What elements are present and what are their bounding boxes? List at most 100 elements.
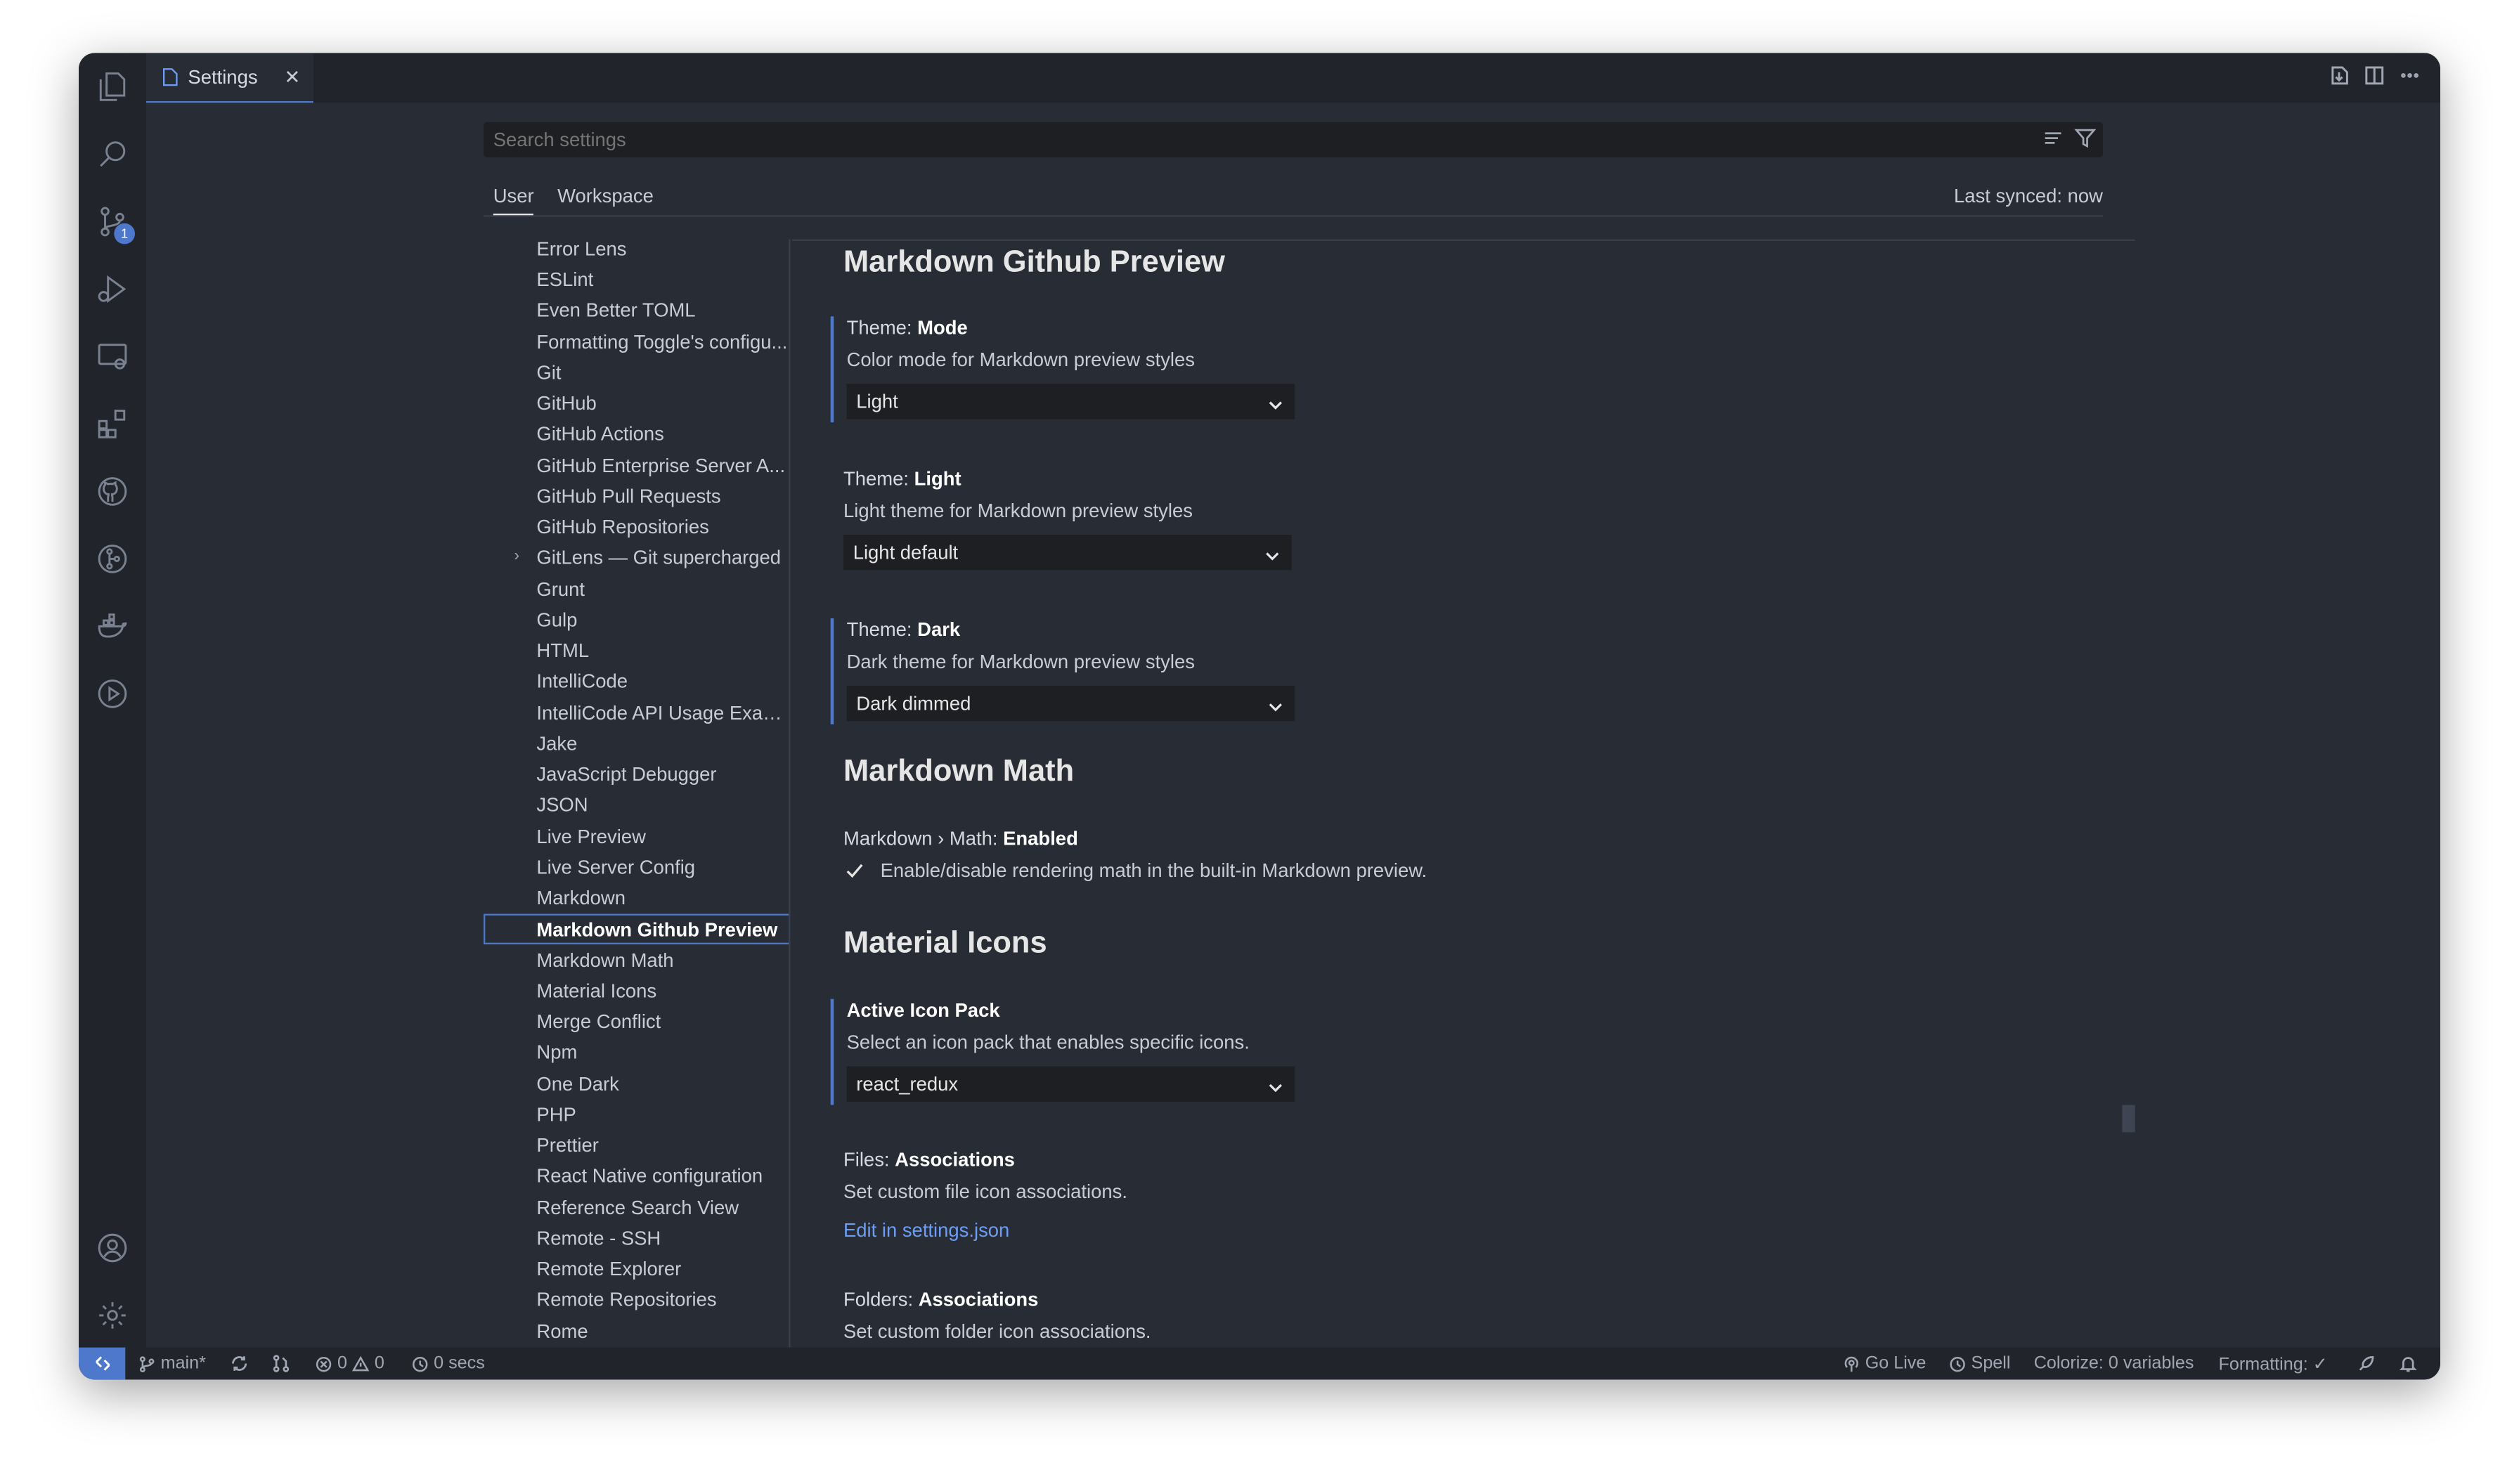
- toc-item[interactable]: Remote Repositories: [484, 1285, 789, 1315]
- toc-item[interactable]: React Native configuration: [484, 1161, 789, 1192]
- feedback-icon[interactable]: [2357, 1354, 2376, 1373]
- go-live-label: Go Live: [1865, 1353, 1927, 1374]
- toc-item[interactable]: Markdown: [484, 883, 789, 913]
- notifications-bell-icon[interactable]: [2399, 1354, 2418, 1373]
- search-input[interactable]: [483, 122, 2103, 157]
- toc-item[interactable]: Grunt: [484, 575, 789, 605]
- run-debug-icon[interactable]: [93, 270, 132, 308]
- toc-item-gitlens[interactable]: › GitLens — Git supercharged: [484, 543, 789, 573]
- formatting-status[interactable]: Formatting: ✓: [2219, 1354, 2328, 1374]
- toc-item[interactable]: Remote Explorer: [484, 1254, 789, 1284]
- setting-description: Color mode for Markdown preview styles: [846, 348, 1195, 371]
- open-settings-json-icon[interactable]: [2328, 64, 2350, 86]
- spell-button[interactable]: Spell: [1949, 1354, 2010, 1373]
- toc-item[interactable]: Formatting Toggle's configu...: [484, 327, 789, 358]
- toc-item-selected[interactable]: Markdown Github Preview: [483, 913, 789, 944]
- toc-item[interactable]: Reference Search View: [484, 1193, 789, 1223]
- setting-title: Theme: Mode: [846, 316, 968, 339]
- toc-item[interactable]: JSON: [484, 790, 789, 821]
- toc-item[interactable]: GitHub Pull Requests: [484, 482, 789, 512]
- toc-item[interactable]: Even Better TOML: [484, 296, 789, 326]
- status-bar: main* 0 0 0 secs Go Live Spell Colorize:…: [78, 1347, 2440, 1380]
- content-divider: [791, 239, 2135, 241]
- toc-item[interactable]: HTML: [484, 636, 789, 666]
- problems-status[interactable]: 0 0: [315, 1354, 384, 1373]
- account-icon[interactable]: [93, 1229, 132, 1268]
- error-count: 0: [337, 1353, 347, 1374]
- setting-description: Select an icon pack that enables specifi…: [846, 1031, 1250, 1054]
- remote-indicator-icon[interactable]: [78, 1347, 126, 1380]
- setting-title: Theme: Light: [843, 467, 961, 490]
- toc-item[interactable]: Material Icons: [484, 977, 789, 1007]
- toc-item[interactable]: Remote - SSH: [484, 1224, 789, 1254]
- remote-explorer-icon[interactable]: [93, 337, 132, 376]
- colorize-status[interactable]: Colorize: 0 variables: [2034, 1354, 2194, 1373]
- extensions-icon[interactable]: [93, 405, 132, 443]
- close-icon[interactable]: ✕: [284, 66, 300, 89]
- setting-description: Dark theme for Markdown preview styles: [846, 650, 1195, 673]
- broadcast-icon: [1844, 1355, 1858, 1372]
- toc-item[interactable]: GitHub: [484, 389, 789, 419]
- setting-folders-associations: Folders: Associations Set custom folder …: [831, 1288, 2116, 1348]
- toc-item[interactable]: Merge Conflict: [484, 1007, 789, 1037]
- section-title-markdown-github-preview: Markdown Github Preview: [843, 245, 1225, 280]
- docker-icon[interactable]: [93, 607, 132, 646]
- split-editor-icon[interactable]: [2363, 64, 2385, 86]
- go-live-button[interactable]: Go Live: [1843, 1353, 1927, 1374]
- toc-item[interactable]: GitHub Repositories: [484, 512, 789, 542]
- explorer-icon[interactable]: [93, 67, 132, 106]
- setting-description: Set custom file icon associations.: [843, 1180, 1127, 1203]
- math-enabled-checkbox[interactable]: [843, 859, 866, 882]
- toc-item[interactable]: Git: [484, 358, 789, 389]
- clear-filter-icon[interactable]: [2042, 127, 2064, 157]
- spell-history-icon: [1950, 1355, 1965, 1372]
- vscode-window: 1 Settings ✕ Search settings User Worksp…: [78, 53, 2440, 1380]
- settings-toc: Error Lens ESLint Even Better TOML Forma…: [483, 239, 791, 1348]
- live-preview-icon[interactable]: [93, 675, 132, 713]
- toc-item[interactable]: Prettier: [484, 1131, 789, 1161]
- more-actions-icon[interactable]: [2399, 64, 2421, 86]
- tab-title: Settings: [188, 65, 258, 89]
- toc-item[interactable]: Error Lens: [484, 240, 789, 266]
- setting-title: Markdown › Math: Enabled: [843, 827, 1078, 850]
- toc-item[interactable]: GitHub Actions: [484, 419, 789, 450]
- toc-item[interactable]: GitHub Enterprise Server A...: [484, 451, 789, 481]
- source-control-badge: 1: [114, 223, 135, 245]
- tab-user[interactable]: User: [493, 185, 534, 216]
- toc-item[interactable]: PHP: [484, 1100, 789, 1131]
- toc-item[interactable]: Live Server Config: [484, 853, 789, 883]
- toc-item[interactable]: One Dark: [484, 1069, 789, 1100]
- filter-icon[interactable]: [2074, 127, 2097, 157]
- tab-settings[interactable]: Settings ✕: [145, 53, 313, 103]
- manage-gear-icon[interactable]: [93, 1296, 132, 1335]
- toc-item[interactable]: Npm: [484, 1038, 789, 1068]
- toc-item[interactable]: ESLint: [484, 265, 789, 295]
- setting-title: Theme: Dark: [846, 618, 961, 641]
- pull-request-icon[interactable]: [271, 1354, 290, 1373]
- toc-item[interactable]: Markdown Math: [484, 946, 789, 976]
- error-icon: [316, 1355, 332, 1372]
- setting-theme-mode: Theme: Mode Color mode for Markdown prev…: [830, 316, 2116, 423]
- icon-pack-select[interactable]: react_redux: [846, 1066, 1295, 1102]
- toc-item[interactable]: JavaScript Debugger: [484, 760, 789, 790]
- search-icon[interactable]: [93, 135, 132, 174]
- tab-workspace[interactable]: Workspace: [557, 185, 654, 207]
- sync-icon[interactable]: [230, 1354, 249, 1373]
- toc-item[interactable]: Jake: [484, 729, 789, 760]
- theme-light-select[interactable]: Light default: [843, 535, 1292, 571]
- theme-mode-select[interactable]: Light: [846, 384, 1295, 419]
- setting-math-enabled: Markdown › Math: Enabled Enable/disable …: [831, 827, 2116, 891]
- theme-dark-select[interactable]: Dark dimmed: [846, 685, 1295, 722]
- time-status[interactable]: 0 secs: [411, 1354, 485, 1373]
- toc-item[interactable]: IntelliCode API Usage Exam...: [484, 698, 789, 729]
- edit-in-settings-json-link[interactable]: Edit in settings.json: [843, 1219, 1009, 1242]
- scrollbar-thumb[interactable]: [2122, 1105, 2135, 1133]
- toc-item[interactable]: Live Preview: [484, 822, 789, 852]
- toc-item[interactable]: IntelliCode: [484, 667, 789, 697]
- toc-item[interactable]: Rome: [484, 1317, 789, 1347]
- gitlens-icon[interactable]: [93, 540, 132, 578]
- chevron-down-icon: [1266, 390, 1285, 425]
- github-icon[interactable]: [93, 472, 132, 511]
- toc-item[interactable]: Gulp: [484, 606, 789, 636]
- branch-status[interactable]: main*: [138, 1354, 206, 1373]
